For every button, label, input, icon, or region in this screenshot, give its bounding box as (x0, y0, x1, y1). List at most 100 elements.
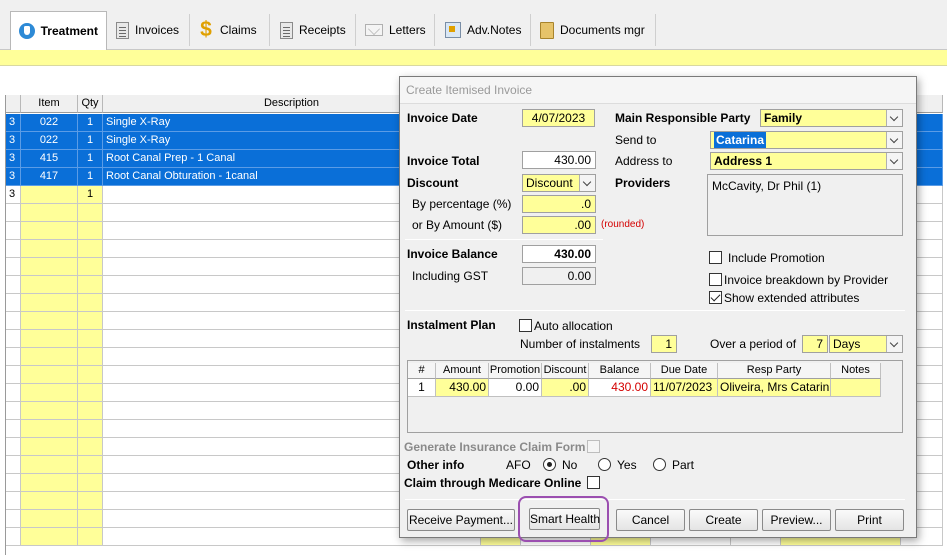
qty-cell[interactable]: 1 (78, 186, 103, 204)
item-cell[interactable] (21, 330, 78, 348)
period-value-field[interactable]: 7 (802, 335, 828, 353)
send-to-select[interactable]: Catarina (710, 131, 903, 149)
qty-cell[interactable] (78, 510, 103, 528)
tab-receipts[interactable]: Receipts (272, 14, 356, 46)
row-marker[interactable] (6, 276, 21, 294)
column-header-qty[interactable]: Qty (78, 95, 103, 113)
afo-yes-radio[interactable] (598, 458, 611, 471)
qty-cell[interactable] (78, 312, 103, 330)
row-marker[interactable] (6, 258, 21, 276)
tab-documents-mgr[interactable]: Documents mgr (532, 14, 656, 46)
item-cell[interactable] (21, 204, 78, 222)
row-marker[interactable] (6, 240, 21, 258)
item-cell[interactable] (21, 366, 78, 384)
row-marker[interactable] (6, 528, 21, 546)
instalment-cell-notes[interactable] (831, 379, 881, 397)
row-marker[interactable] (6, 474, 21, 492)
item-cell[interactable] (21, 312, 78, 330)
qty-cell[interactable] (78, 222, 103, 240)
item-cell[interactable] (21, 528, 78, 546)
row-marker[interactable] (6, 402, 21, 420)
tab-treatment[interactable]: Treatment (10, 11, 107, 50)
receive-payment-button[interactable]: Receive Payment... (407, 509, 515, 531)
qty-cell[interactable] (78, 474, 103, 492)
qty-cell[interactable]: 1 (78, 132, 103, 150)
item-cell[interactable] (21, 510, 78, 528)
row-marker[interactable] (6, 492, 21, 510)
row-marker[interactable] (6, 348, 21, 366)
tab-adv-notes[interactable]: Adv.Notes (437, 14, 531, 46)
qty-cell[interactable] (78, 204, 103, 222)
item-cell[interactable] (21, 438, 78, 456)
row-marker[interactable] (6, 294, 21, 312)
chevron-down-icon[interactable] (579, 175, 595, 191)
item-cell[interactable] (21, 258, 78, 276)
qty-cell[interactable] (78, 420, 103, 438)
qty-cell[interactable] (78, 294, 103, 312)
instalment-cell-due-date[interactable]: 11/07/2023 (651, 379, 718, 397)
invoice-balance-field[interactable]: 430.00 (522, 245, 596, 263)
item-cell[interactable] (21, 456, 78, 474)
qty-cell[interactable] (78, 366, 103, 384)
qty-cell[interactable] (78, 438, 103, 456)
row-marker[interactable] (6, 384, 21, 402)
column-header-item[interactable]: Item (21, 95, 78, 113)
qty-cell[interactable] (78, 276, 103, 294)
qty-cell[interactable] (78, 492, 103, 510)
afo-part-radio[interactable] (653, 458, 666, 471)
chevron-down-icon[interactable] (886, 110, 902, 126)
provider-item[interactable]: McCavity, Dr Phil (1) (712, 179, 821, 193)
cancel-button[interactable]: Cancel (616, 509, 685, 531)
item-cell[interactable]: 415 (21, 150, 78, 168)
item-cell[interactable] (21, 348, 78, 366)
providers-list[interactable]: McCavity, Dr Phil (1) (707, 174, 903, 236)
period-unit-select[interactable]: Days (829, 335, 903, 353)
item-cell[interactable] (21, 276, 78, 294)
qty-cell[interactable]: 1 (78, 114, 103, 132)
invoice-total-field[interactable]: 430.00 (522, 151, 596, 169)
row-marker[interactable] (6, 438, 21, 456)
row-marker[interactable] (6, 330, 21, 348)
item-cell[interactable]: 022 (21, 114, 78, 132)
row-marker[interactable] (6, 204, 21, 222)
qty-cell[interactable] (78, 330, 103, 348)
invoice-date-field[interactable]: 4/07/2023 (522, 109, 595, 127)
item-cell[interactable] (21, 402, 78, 420)
row-marker[interactable]: 3 (6, 132, 21, 150)
show-extended-checkbox[interactable] (709, 291, 722, 304)
breakdown-checkbox[interactable] (709, 273, 722, 286)
chevron-down-icon[interactable] (886, 132, 902, 148)
row-marker[interactable]: 3 (6, 168, 21, 186)
tab-letters[interactable]: Letters (357, 14, 435, 46)
item-cell[interactable] (21, 186, 78, 204)
row-marker[interactable]: 3 (6, 150, 21, 168)
row-marker[interactable] (6, 312, 21, 330)
main-party-select[interactable]: Family (760, 109, 903, 127)
row-marker[interactable] (6, 420, 21, 438)
discount-type-select[interactable]: Discount (522, 174, 596, 192)
item-cell[interactable] (21, 240, 78, 258)
row-marker[interactable]: 3 (6, 114, 21, 132)
qty-cell[interactable] (78, 348, 103, 366)
instalment-cell-discount[interactable]: .00 (542, 379, 589, 397)
item-cell[interactable] (21, 294, 78, 312)
qty-cell[interactable] (78, 528, 103, 546)
chevron-down-icon[interactable] (886, 153, 902, 169)
item-cell[interactable] (21, 384, 78, 402)
auto-allocation-checkbox[interactable] (519, 319, 532, 332)
by-amount-field[interactable]: .00 (522, 216, 596, 234)
item-cell[interactable] (21, 492, 78, 510)
qty-cell[interactable]: 1 (78, 150, 103, 168)
qty-cell[interactable] (78, 240, 103, 258)
qty-cell[interactable]: 1 (78, 168, 103, 186)
chevron-down-icon[interactable] (886, 336, 902, 352)
instalment-table[interactable]: # Amount Promotion Discount Balance Due … (407, 360, 903, 433)
item-cell[interactable] (21, 222, 78, 240)
row-marker[interactable] (6, 366, 21, 384)
item-cell[interactable]: 022 (21, 132, 78, 150)
include-promotion-checkbox[interactable] (709, 251, 722, 264)
qty-cell[interactable] (78, 456, 103, 474)
tab-claims[interactable]: $ Claims (190, 14, 270, 46)
item-cell[interactable]: 417 (21, 168, 78, 186)
row-marker[interactable] (6, 222, 21, 240)
